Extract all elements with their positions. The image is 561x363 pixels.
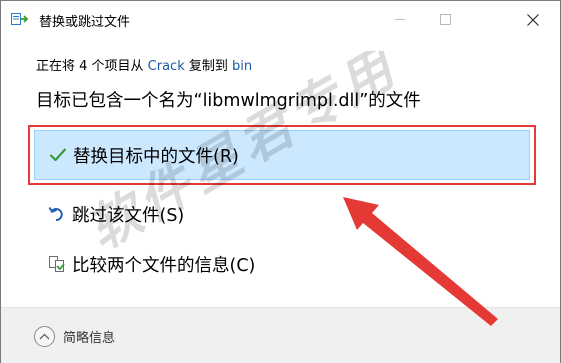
window-title: 替换或跳过文件 xyxy=(39,15,131,30)
replace-file-label: 替换目标中的文件(R) xyxy=(73,146,239,167)
copy-middle: 复制到 xyxy=(184,59,233,74)
copy-files-icon xyxy=(11,13,29,25)
replace-file-option[interactable]: 替换目标中的文件(R) xyxy=(34,130,530,180)
replace-or-skip-dialog: 替换或跳过文件 正在将 4 个项目从 Crack 复制到 bin 目标已包含一个… xyxy=(0,0,561,363)
close-icon xyxy=(527,13,539,26)
source-folder-link[interactable]: Crack xyxy=(148,59,185,74)
skip-file-option[interactable]: 跳过该文件(S) xyxy=(34,189,530,239)
checkmark-icon xyxy=(48,145,68,165)
minimize-icon xyxy=(394,19,405,20)
title-bar: 替换或跳过文件 xyxy=(1,1,560,38)
skip-undo-icon xyxy=(47,204,67,224)
destination-folder-link[interactable]: bin xyxy=(232,59,252,74)
copy-prefix: 正在将 4 个项目从 xyxy=(36,59,148,74)
copy-progress-text: 正在将 4 个项目从 Crack 复制到 bin xyxy=(36,55,252,74)
skip-file-label: 跳过该文件(S) xyxy=(72,205,185,226)
minimize-button[interactable] xyxy=(377,1,423,38)
fewer-details-toggle[interactable]: 简略信息 xyxy=(34,325,115,347)
compare-files-label: 比较两个文件的信息(C) xyxy=(72,255,256,276)
chevron-up-icon xyxy=(34,325,55,347)
dialog-footer: 简略信息 xyxy=(1,307,560,363)
close-button[interactable] xyxy=(510,1,556,38)
maximize-button[interactable] xyxy=(422,1,468,38)
fewer-details-label: 简略信息 xyxy=(63,330,116,346)
conflict-heading: 目标已包含一个名为“libmwlmgrimpl.dll”的文件 xyxy=(36,91,421,111)
maximize-icon xyxy=(439,14,451,25)
compare-files-option[interactable]: 比较两个文件的信息(C) xyxy=(34,239,530,289)
compare-files-icon xyxy=(47,254,67,274)
